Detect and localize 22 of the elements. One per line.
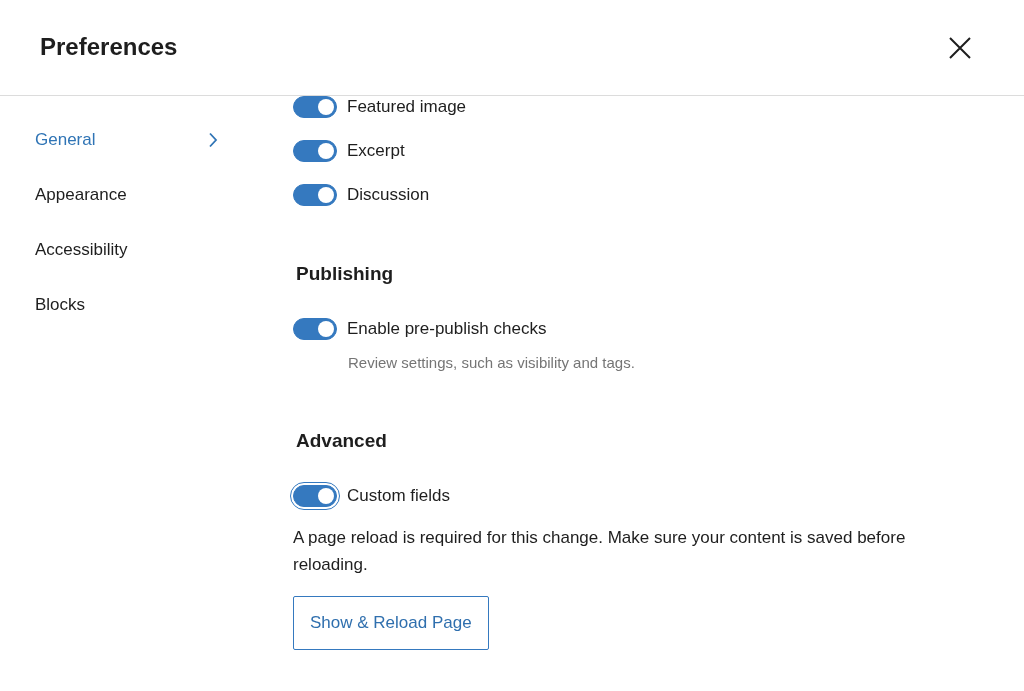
help-text: Review settings, such as visibility and tags. xyxy=(348,353,636,373)
option-label: Featured image xyxy=(347,96,467,118)
dialog-title: Preferences xyxy=(40,33,178,62)
toggle-switch[interactable] xyxy=(292,96,337,118)
close-icon xyxy=(949,36,971,59)
toggle-switch[interactable] xyxy=(292,184,337,206)
chevron-icon xyxy=(208,131,218,148)
option-label: Discussion xyxy=(347,184,430,206)
section-heading: Advanced xyxy=(296,429,388,453)
toggle-switch[interactable] xyxy=(292,140,337,162)
reload-button[interactable]: Show & Reload Page xyxy=(293,596,489,650)
option-label: Custom fields xyxy=(347,485,450,507)
toggle-switch[interactable] xyxy=(292,318,337,340)
section-heading: Publishing xyxy=(296,262,395,286)
option-label: Excerpt xyxy=(347,140,405,162)
sidebar-item[interactable]: Appearance xyxy=(35,167,218,222)
sidebar-item[interactable]: General xyxy=(35,112,218,167)
sidebar-item[interactable]: Accessibility xyxy=(35,222,218,277)
sidebar-item[interactable]: Blocks xyxy=(35,277,218,332)
notice-text: A page reload is required for this change. Make sure your content is saved before reloading. xyxy=(293,527,907,576)
close-button[interactable] xyxy=(948,35,972,60)
option-label: Enable pre-publish checks xyxy=(347,318,547,340)
